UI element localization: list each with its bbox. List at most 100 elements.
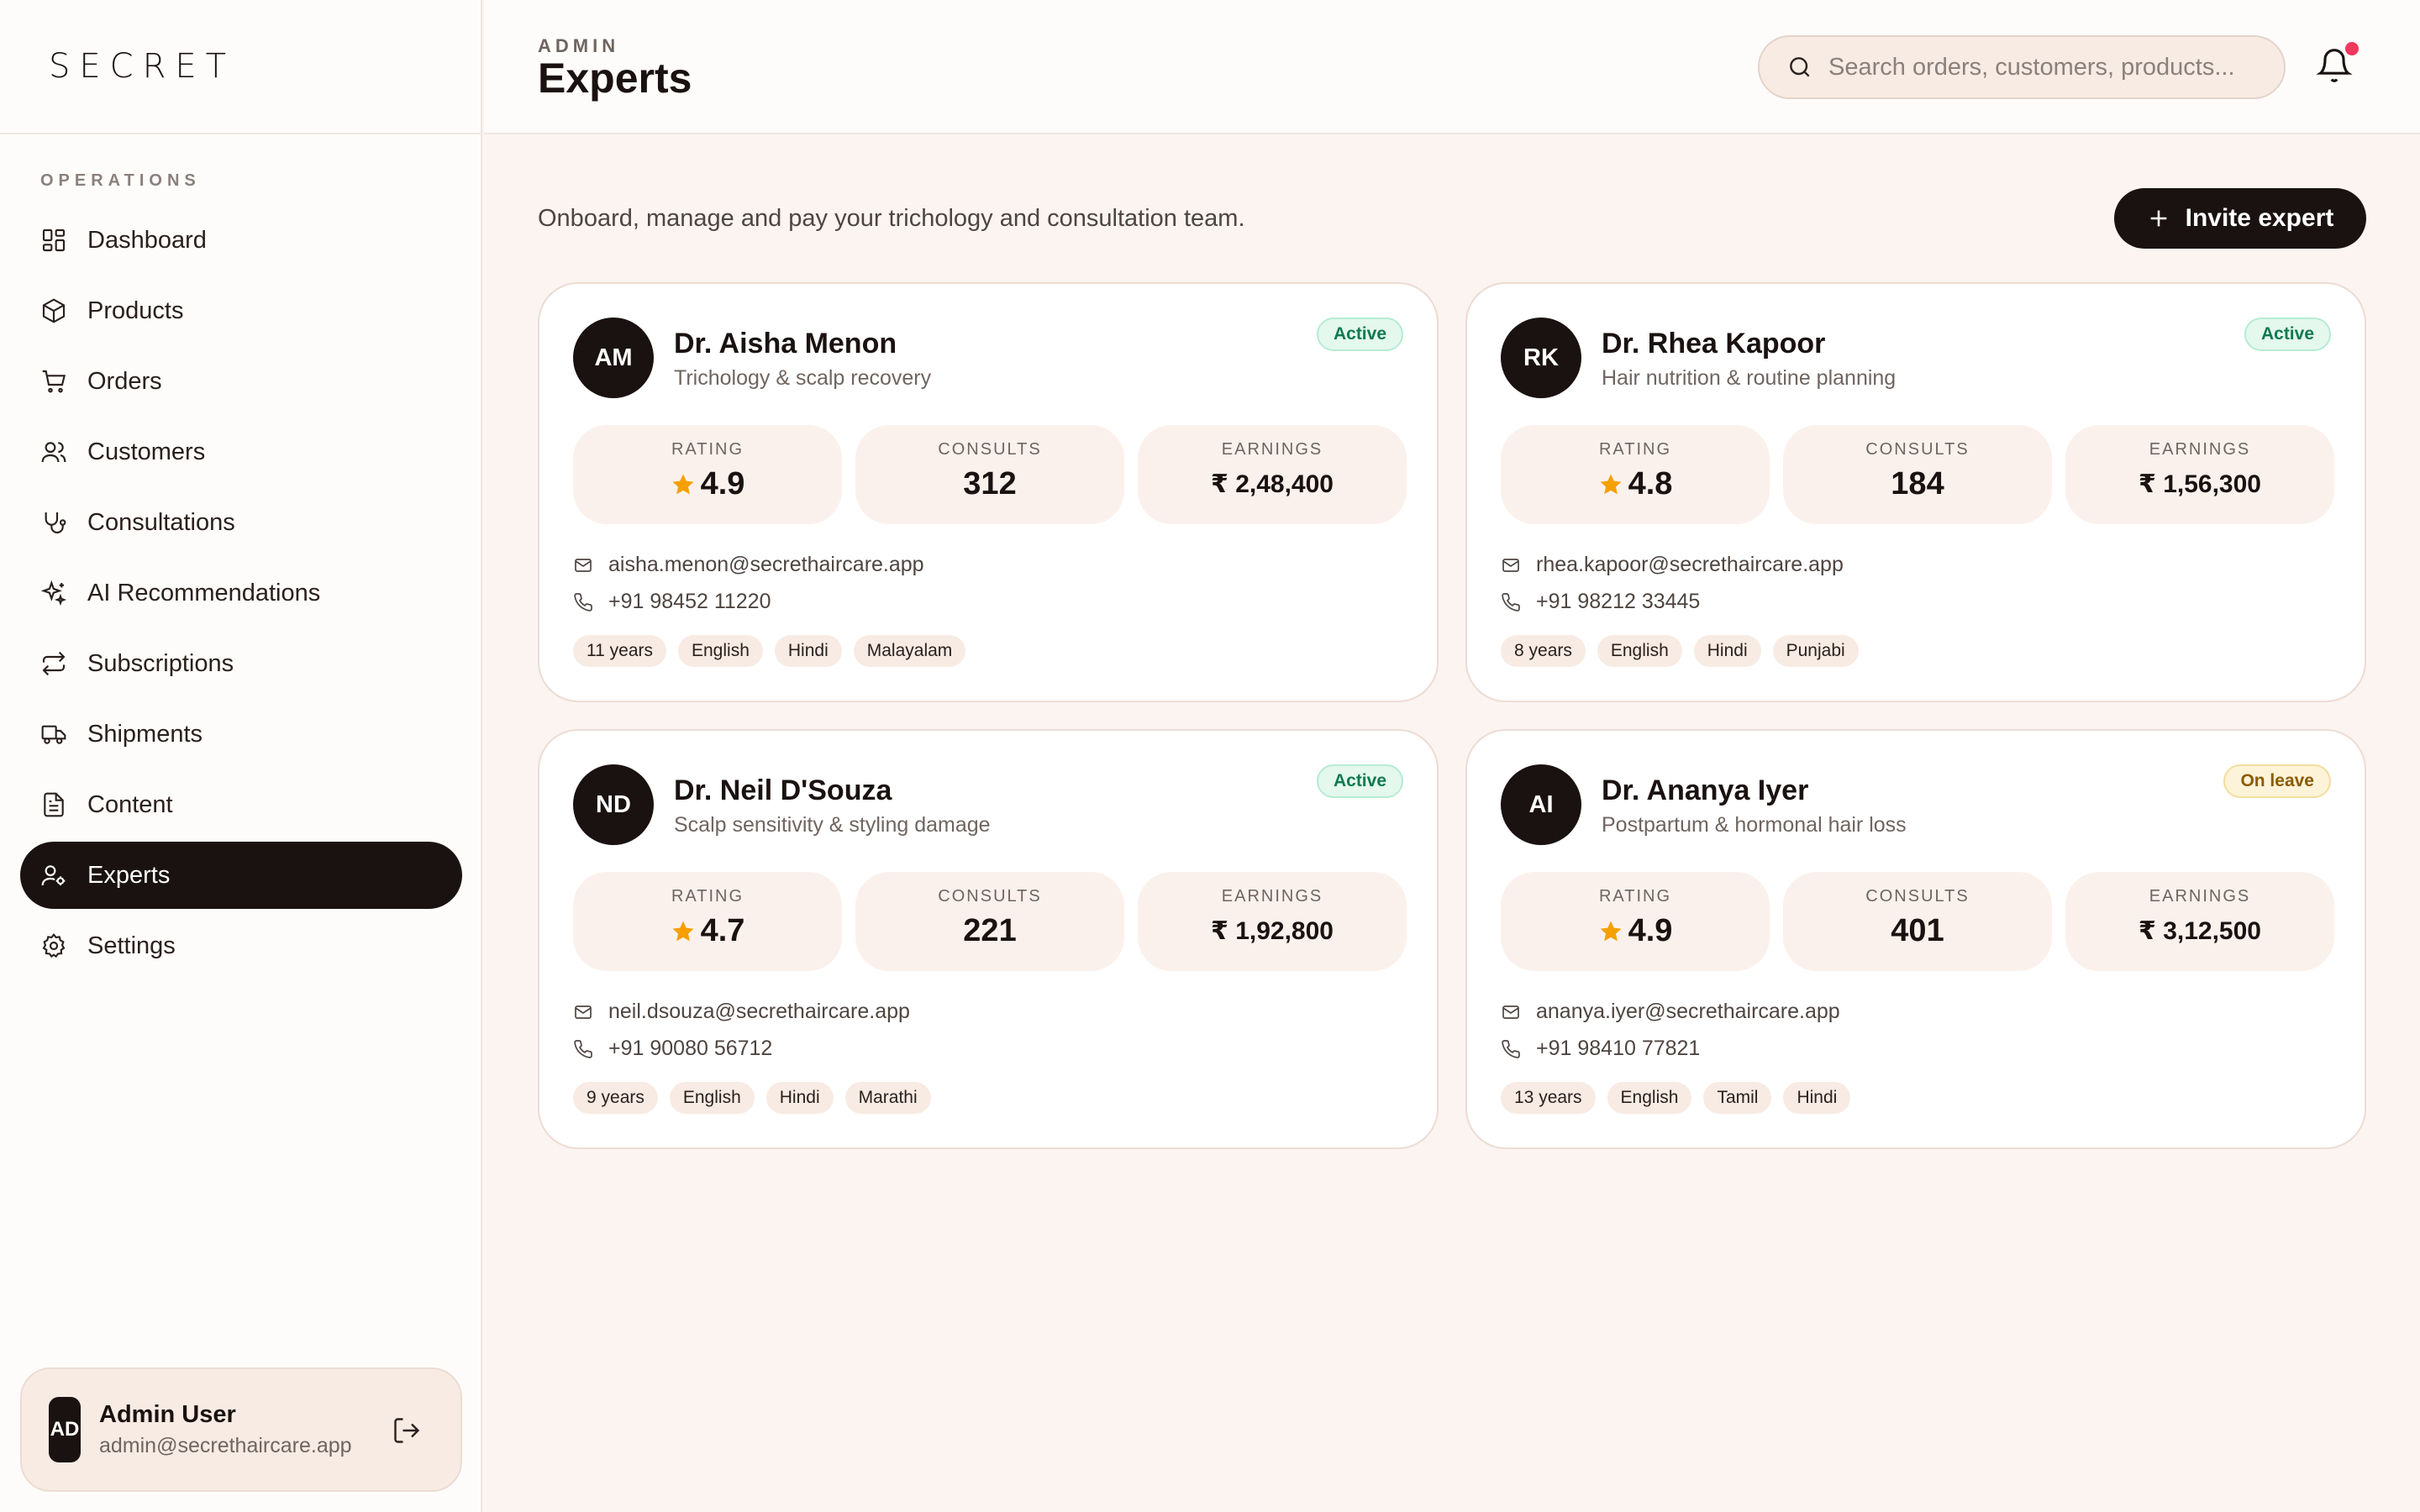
user-name: Admin User <box>99 1401 236 1428</box>
expert-phone[interactable]: +91 98452 11220 <box>573 590 771 614</box>
expert-email[interactable]: aisha.menon@secrethaircare.app <box>573 553 924 577</box>
expert-name[interactable]: Dr. Aisha Menon <box>674 328 897 360</box>
sidebar-item-consultations[interactable]: Consultations <box>20 489 462 556</box>
rating-stat: RATING 4.9 <box>1501 872 1770 971</box>
sidebar-item-label: AI Recommendations <box>87 579 321 606</box>
brand-logo[interactable]: SECRET <box>49 47 235 86</box>
sidebar-item-label: Subscriptions <box>87 649 234 677</box>
tag: 11 years <box>573 635 666 667</box>
notification-dot <box>2345 42 2359 55</box>
expert-name[interactable]: Dr. Rhea Kapoor <box>1602 328 1825 360</box>
expert-card[interactable]: ND Dr. Neil D'Souza Scalp sensitivity & … <box>538 729 1439 1149</box>
expert-card[interactable]: RK Dr. Rhea Kapoor Hair nutrition & rout… <box>1465 282 2366 702</box>
expert-phone[interactable]: +91 90080 56712 <box>573 1037 772 1061</box>
phone-text: +91 90080 56712 <box>608 1037 773 1060</box>
sidebar: SECRET OPERATIONS Dashboard Products Ord… <box>0 0 482 1512</box>
phone-icon <box>1502 592 1520 612</box>
rating-stat: RATING 4.9 <box>573 425 842 524</box>
user-email: admin@secrethaircare.app <box>99 1434 352 1457</box>
sidebar-item-customers[interactable]: Customers <box>20 418 462 486</box>
sidebar-item-ai-recommendations[interactable]: AI Recommendations <box>20 559 462 627</box>
sidebar-item-subscriptions[interactable]: Subscriptions <box>20 630 462 697</box>
sidebar-item-label: Products <box>87 297 184 324</box>
sidebar-item-content[interactable]: Content <box>20 771 462 838</box>
plus-icon <box>2150 210 2166 227</box>
star-icon <box>1600 921 1622 941</box>
invite-expert-button[interactable]: Invite expert <box>2114 188 2366 249</box>
expert-name[interactable]: Dr. Ananya Iyer <box>1602 774 1808 807</box>
stat-label: RATING <box>1598 440 1672 459</box>
stat-label: CONSULTS <box>1865 887 1970 906</box>
rating-value: 4.7 <box>700 913 745 948</box>
consults-value: 401 <box>1891 913 1944 948</box>
consults-value: 184 <box>1891 466 1944 501</box>
search-bar[interactable] <box>1758 35 2286 99</box>
consults-stat: CONSULTS 312 <box>855 425 1124 524</box>
phone-text: +91 98410 77821 <box>1536 1037 1701 1060</box>
page-header: ADMIN Experts <box>484 0 2420 134</box>
consults-stat: CONSULTS 221 <box>855 872 1124 971</box>
stat-label: EARNINGS <box>1221 887 1323 906</box>
expert-specialty: Hair nutrition & routine planning <box>1602 366 1897 390</box>
earnings-value: ₹ 1,92,800 <box>1211 917 1334 945</box>
earnings-stat: EARNINGS ₹ 1,92,800 <box>1138 872 1407 971</box>
rating-value: 4.8 <box>1628 466 1673 501</box>
stat-label: EARNINGS <box>1221 440 1323 459</box>
mail-icon <box>575 558 592 572</box>
avatar: AD <box>49 1397 81 1462</box>
sidebar-item-products[interactable]: Products <box>20 277 462 344</box>
gear-icon <box>42 932 66 958</box>
expert-email[interactable]: ananya.iyer@secrethaircare.app <box>1501 1000 1840 1024</box>
phone-icon <box>1502 1039 1520 1058</box>
email-text: ananya.iyer@secrethaircare.app <box>1536 1000 1840 1023</box>
stat-label: RATING <box>671 440 744 459</box>
expert-phone[interactable]: +91 98212 33445 <box>1501 590 1700 614</box>
expert-phone[interactable]: +91 98410 77821 <box>1501 1037 1700 1061</box>
rating-value-wrap: 4.7 <box>573 913 842 949</box>
search-input[interactable] <box>1828 53 2265 81</box>
dashboard-icon <box>42 228 66 252</box>
phone-text: +91 98452 11220 <box>608 590 771 613</box>
tag: Malayalam <box>853 635 966 667</box>
search-icon <box>1790 57 1810 77</box>
earnings-value: ₹ 1,56,300 <box>2139 470 2261 498</box>
stat-label: CONSULTS <box>1865 440 1970 459</box>
sidebar-item-shipments[interactable]: Shipments <box>20 701 462 768</box>
tag: Hindi <box>1783 1082 1851 1114</box>
rating-value-wrap: 4.8 <box>1501 466 1770 502</box>
truck-icon <box>41 725 66 744</box>
avatar: RK <box>1501 318 1581 398</box>
expert-name[interactable]: Dr. Neil D'Souza <box>674 774 892 807</box>
document-icon <box>44 792 64 817</box>
expert-card[interactable]: AI Dr. Ananya Iyer Postpartum & hormonal… <box>1465 729 2366 1149</box>
expert-stats: RATING 4.8 CONSULTS 184 EARNINGS ₹ 1,56,… <box>1501 425 2334 524</box>
sidebar-item-label: Dashboard <box>87 226 207 254</box>
sidebar-item-experts[interactable]: Experts <box>20 842 462 909</box>
sidebar-item-orders[interactable]: Orders <box>20 348 462 415</box>
tag: Hindi <box>1693 635 1761 667</box>
sidebar-item-settings[interactable]: Settings <box>20 912 462 979</box>
status-badge: On leave <box>2223 764 2331 798</box>
expert-specialty: Scalp sensitivity & styling damage <box>674 813 991 837</box>
expert-email[interactable]: rhea.kapoor@secrethaircare.app <box>1501 553 1844 577</box>
repeat-icon <box>42 651 66 676</box>
rating-value: 4.9 <box>1628 913 1673 948</box>
earnings-value: ₹ 2,48,400 <box>1211 470 1334 498</box>
logo-area: SECRET <box>0 0 481 134</box>
avatar: AM <box>573 318 654 398</box>
stat-label: EARNINGS <box>2149 440 2251 459</box>
logout-icon[interactable] <box>392 1415 422 1446</box>
sidebar-item-dashboard[interactable]: Dashboard <box>20 207 462 274</box>
email-text: neil.dsouza@secrethaircare.app <box>608 1000 910 1023</box>
expert-email[interactable]: neil.dsouza@secrethaircare.app <box>573 1000 910 1024</box>
tag: Hindi <box>765 1082 834 1114</box>
tag: English <box>678 635 763 667</box>
tag: 13 years <box>1501 1082 1596 1114</box>
sidebar-item-label: Settings <box>87 932 176 959</box>
status-badge: Active <box>1316 318 1403 351</box>
cart-icon <box>42 370 66 393</box>
tag: 8 years <box>1501 635 1586 667</box>
stat-label: CONSULTS <box>938 440 1042 459</box>
expert-card[interactable]: AM Dr. Aisha Menon Trichology & scalp re… <box>538 282 1439 702</box>
tag: English <box>669 1082 755 1114</box>
